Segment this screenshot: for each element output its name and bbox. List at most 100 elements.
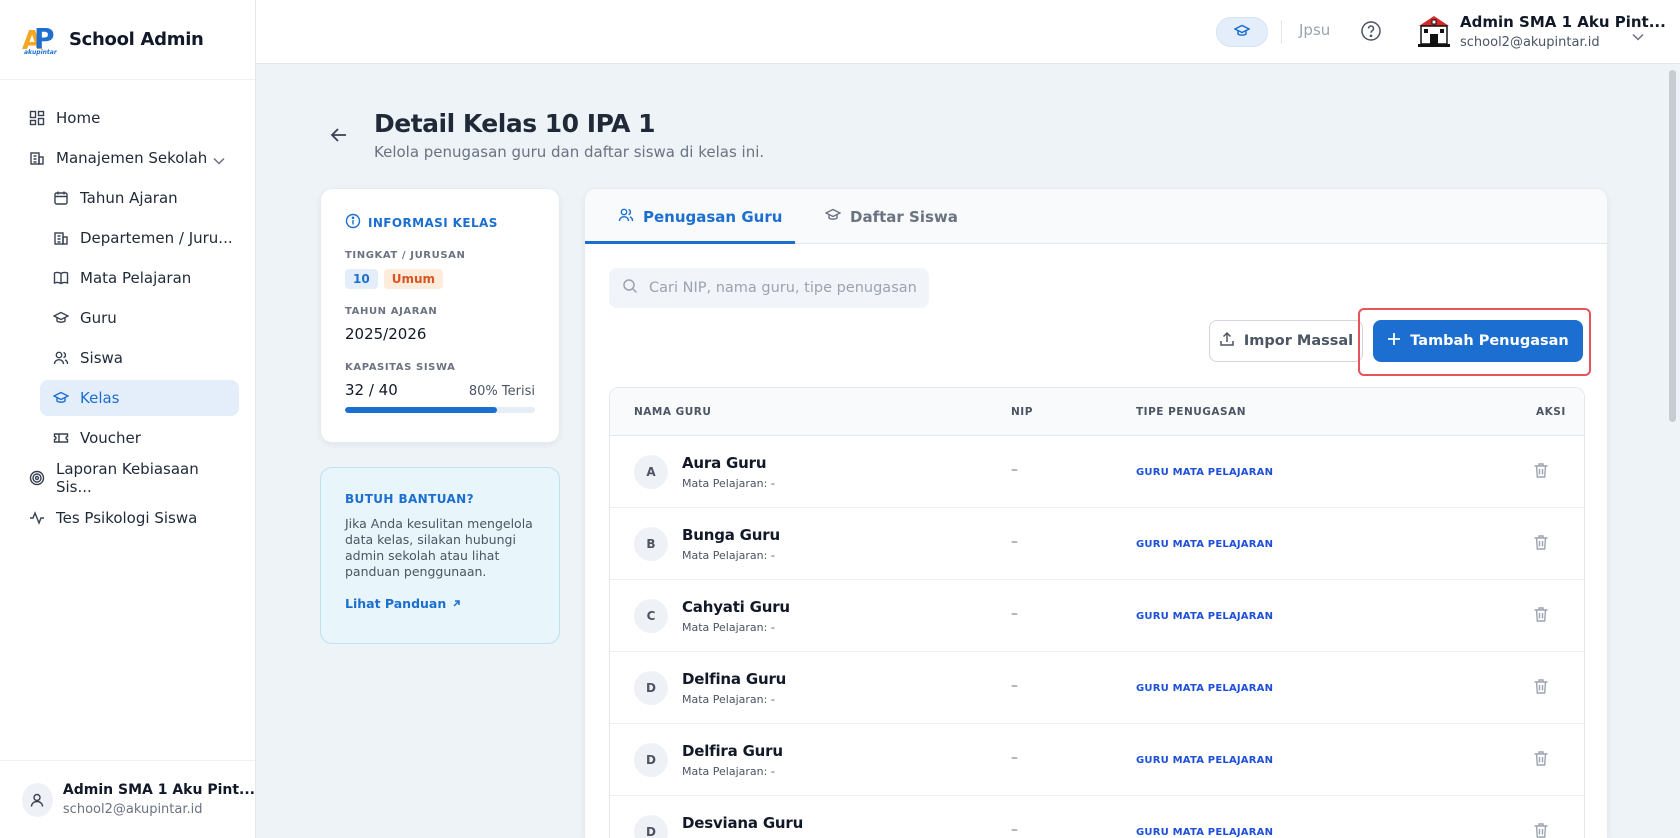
divider (1281, 20, 1282, 44)
sidebar-item-mata-pelajaran[interactable]: Mata Pelajaran (40, 260, 239, 296)
table-row: D Delfina Guru Mata Pelajaran: - – GURU MATA… (610, 652, 1584, 724)
teacher-subject: Mata Pelajaran: - (682, 621, 775, 634)
tab-daftar-siswa[interactable]: Daftar Siswa (824, 189, 958, 244)
teacher-name: Delfira Guru (682, 742, 783, 760)
sidebar-item-label: Tes Psikologi Siswa (56, 509, 198, 527)
help-icon[interactable] (1360, 20, 1382, 46)
help-text: Jika Anda kesulitan mengelola data kelas… (345, 516, 533, 579)
tahun-label: TAHUN AJARAN (345, 306, 438, 317)
teacher-subject: Mata Pelajaran: - (682, 477, 775, 490)
role-switch-button[interactable] (1216, 17, 1268, 47)
plus-icon (1387, 332, 1401, 350)
sidebar-item-label: Home (56, 109, 101, 127)
trash-icon[interactable] (1533, 534, 1549, 555)
tab-label: Penugasan Guru (643, 207, 783, 226)
guide-link[interactable]: Lihat Panduan (345, 596, 535, 611)
page-title: Detail Kelas 10 IPA 1 (374, 109, 656, 138)
graduation-cap-icon (1233, 23, 1251, 42)
teacher-avatar: A (634, 455, 668, 489)
upload-icon (1219, 331, 1235, 351)
add-assignment-button[interactable]: Tambah Penugasan (1373, 320, 1583, 362)
sidebar-item-label: Laporan Kebiasaan Sis... (55, 460, 199, 496)
add-label: Tambah Penugasan (1410, 333, 1569, 349)
teacher-subject: Mata Pelajaran: - (682, 693, 775, 706)
page-scrollbar[interactable] (1669, 70, 1676, 422)
teacher-nip: – (1011, 678, 1018, 694)
calendar-icon (52, 189, 70, 207)
sidebar-user[interactable]: Admin SMA 1 Aku Pint... school2@akupinta… (0, 760, 255, 838)
info-icon (345, 213, 361, 232)
sidebar-item-voucher[interactable]: Voucher (40, 420, 239, 456)
trash-icon[interactable] (1533, 678, 1549, 699)
teacher-name: Desviana Guru (682, 814, 804, 832)
kapasitas-percent: 80% Terisi (468, 384, 535, 399)
back-arrow-icon[interactable] (330, 127, 348, 147)
trash-icon[interactable] (1533, 606, 1549, 627)
col-tipe: TIPE PENUGASAN (1136, 406, 1246, 418)
teacher-avatar: D (634, 743, 668, 777)
trash-icon[interactable] (1533, 750, 1549, 771)
users-icon (52, 349, 70, 367)
sidebar-item-siswa[interactable]: Siswa (40, 340, 239, 376)
teacher-nip: – (1011, 534, 1018, 550)
capacity-progress-bar (345, 407, 535, 413)
building-icon (52, 229, 70, 247)
chevron-down-icon[interactable] (1632, 26, 1644, 45)
table-row: B Bunga Guru Mata Pelajaran: - – GURU MATA P… (610, 508, 1584, 580)
sidebar-item-laporan[interactable]: Laporan Kebiasaan Sis... (24, 460, 239, 496)
building-icon (28, 149, 46, 167)
teacher-name: Bunga Guru (682, 526, 780, 544)
user-short-name: Jpsu (1299, 21, 1331, 39)
teacher-name: Cahyati Guru (682, 598, 790, 616)
assignment-type: GURU MATA PELAJARAN (1136, 827, 1274, 838)
col-aksi: AKSI (1536, 406, 1566, 418)
user-icon (22, 782, 53, 817)
guide-link-label: Lihat Panduan (345, 596, 447, 611)
top-user-email: school2@akupintar.id (1460, 35, 1600, 50)
search-box (609, 268, 929, 308)
tahun-value: 2025/2026 (345, 325, 427, 343)
brand[interactable]: AP akupintar School Admin (0, 0, 255, 80)
import-button[interactable]: Impor Massal (1209, 320, 1363, 362)
app-logo: AP akupintar (22, 21, 57, 56)
assignment-table: NAMA GURU NIP TIPE PENUGASAN AKSI A Aura … (609, 387, 1585, 838)
teacher-name: Aura Guru (682, 454, 767, 472)
teacher-avatar: B (634, 527, 668, 561)
search-icon (622, 278, 638, 298)
sidebar-nav: Home Manajemen Sekolah Tahun Ajaran Depa… (0, 80, 255, 536)
col-nip: NIP (1011, 406, 1033, 418)
sidebar-item-kelas[interactable]: Kelas (40, 380, 239, 416)
trash-icon[interactable] (1533, 462, 1549, 483)
search-input[interactable] (649, 280, 919, 296)
assignment-type: GURU MATA PELAJARAN (1136, 683, 1274, 694)
teacher-avatar: C (634, 599, 668, 633)
sidebar-item-manajemen-sekolah[interactable]: Manajemen Sekolah (24, 140, 239, 176)
ticket-icon (52, 429, 70, 447)
school-avatar[interactable] (1416, 13, 1452, 49)
sidebar-item-label: Siswa (80, 349, 123, 367)
assignment-type: GURU MATA PELAJARAN (1136, 539, 1274, 550)
help-card: BUTUH BANTUAN? Jika Anda kesulitan menge… (320, 467, 560, 644)
teacher-nip: – (1011, 606, 1018, 622)
sidebar-item-label: Departemen / Juru... (80, 229, 233, 247)
sidebar-item-home[interactable]: Home (24, 100, 239, 136)
col-nama-guru: NAMA GURU (634, 406, 712, 418)
info-title: INFORMASI KELAS (368, 215, 498, 230)
tab-penugasan-guru[interactable]: Penugasan Guru (618, 189, 782, 244)
table-row: C Cahyati Guru Mata Pelajaran: - – GURU MATA… (610, 580, 1584, 652)
sidebar-item-label: Voucher (80, 429, 141, 447)
teacher-avatar: D (634, 815, 668, 838)
class-info-card: INFORMASI KELAS TINGKAT / JURUSAN 10 Umu… (320, 188, 560, 443)
sidebar-item-tahun-ajaran[interactable]: Tahun Ajaran (40, 180, 239, 216)
target-icon (28, 469, 46, 487)
table-row: DDesviana GuruMata Pelajaran: -–GURU MAT… (610, 796, 1584, 838)
trash-icon[interactable] (1533, 822, 1549, 838)
topbar: Jpsu Admin SMA 1 Aku Pint... school2@aku… (256, 0, 1680, 64)
tab-bar: Penugasan Guru Daftar Siswa (585, 189, 1607, 244)
sidebar-item-departemen[interactable]: Departemen / Juru... (40, 220, 239, 256)
teacher-subject: Mata Pelajaran: - (682, 765, 775, 778)
graduation-cap-icon (824, 207, 842, 227)
teacher-nip: – (1011, 462, 1018, 478)
sidebar-item-tes-psikologi[interactable]: Tes Psikologi Siswa (24, 500, 239, 536)
sidebar-item-guru[interactable]: Guru (40, 300, 239, 336)
